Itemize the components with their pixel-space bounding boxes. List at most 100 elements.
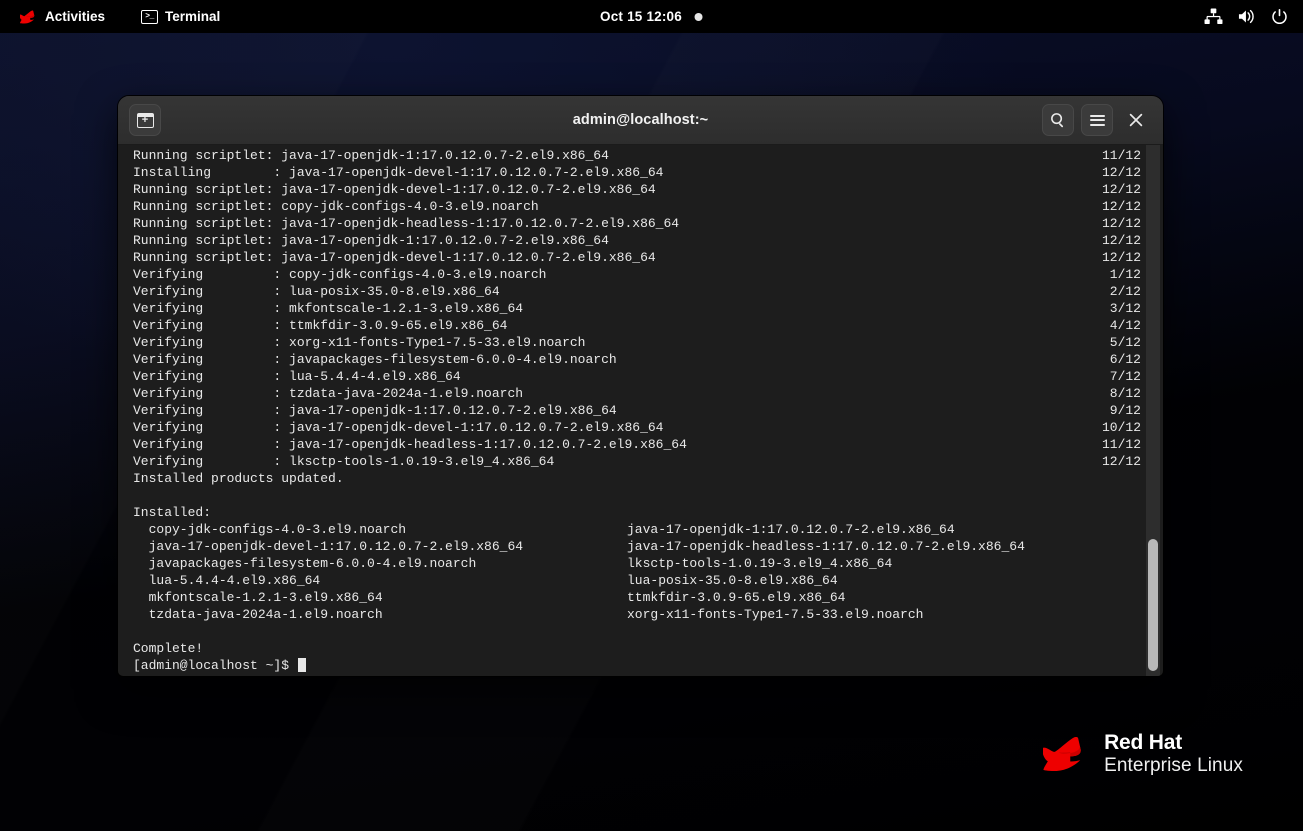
terminal-line-text: Running scriptlet: java-17-openjdk-1:17.… [133, 148, 609, 163]
redhat-logo-icon [20, 10, 35, 23]
search-icon [1051, 113, 1064, 128]
terminal-line-counter: 4/12 [1109, 318, 1141, 333]
activities-label: Activities [45, 9, 106, 24]
installed-package-col1: copy-jdk-configs-4.0-3.el9.noarch [133, 522, 407, 537]
terminal-line-text: Verifying : tzdata-java-2024a-1.el9.noar… [133, 386, 524, 401]
terminal-line: Verifying : java-17-openjdk-headless-1:1… [133, 436, 1163, 453]
app-menu-terminal[interactable]: >_ Terminal [134, 6, 227, 27]
close-button[interactable] [1120, 104, 1152, 136]
installed-package-row: java-17-openjdk-devel-1:17.0.12.0.7-2.el… [133, 538, 1163, 555]
power-icon [1272, 8, 1287, 24]
terminal-icon: >_ [141, 9, 159, 24]
shell-prompt-line: [admin@localhost ~]$ [133, 657, 1163, 674]
terminal-line-counter: 12/12 [1101, 182, 1141, 197]
terminal-line-text: Running scriptlet: java-17-openjdk-devel… [133, 250, 656, 265]
installed-package-col1: javapackages-filesystem-6.0.0-4.el9.noar… [133, 556, 477, 571]
terminal-scrollbar[interactable] [1146, 145, 1160, 676]
installed-package-col2: java-17-openjdk-headless-1:17.0.12.0.7-2… [627, 539, 1025, 554]
terminal-line-text: Verifying : lua-posix-35.0-8.el9.x86_64 [133, 284, 500, 299]
terminal-line: Verifying : tzdata-java-2024a-1.el9.noar… [133, 385, 1163, 402]
top-bar-left: Activities >_ Terminal [0, 6, 227, 27]
terminal-line-counter: 11/12 [1101, 148, 1141, 163]
new-tab-button[interactable] [129, 104, 161, 136]
terminal-line-counter: 10/12 [1101, 420, 1141, 435]
terminal-line: Installing : java-17-openjdk-devel-1:17.… [133, 164, 1163, 181]
close-icon [1129, 113, 1143, 127]
terminal-line-text: Verifying : lksctp-tools-1.0.19-3.el9_4.… [133, 454, 555, 469]
terminal-line-text: Running scriptlet: java-17-openjdk-devel… [133, 182, 656, 197]
terminal-line-text: Verifying : javapackages-filesystem-6.0.… [133, 352, 617, 367]
terminal-line-text: Verifying : mkfontscale-1.2.1-3.el9.x86_… [133, 301, 524, 316]
installed-package-row: mkfontscale-1.2.1-3.el9.x86_64 ttmkfdir-3… [133, 589, 1163, 606]
terminal-status-line: Installed products updated. [133, 471, 344, 486]
installed-package-row: lua-5.4.4-4.el9.x86_64 lua-posix-35.0-8.e… [133, 572, 1163, 589]
terminal-line-text: Installing : java-17-openjdk-devel-1:17.… [133, 165, 664, 180]
terminal-line: Running scriptlet: copy-jdk-configs-4.0-… [133, 198, 1163, 215]
terminal-line: Running scriptlet: java-17-openjdk-devel… [133, 181, 1163, 198]
terminal-line-counter: 12/12 [1101, 454, 1141, 469]
gnome-top-bar: Activities >_ Terminal Oct 15 12:06 [0, 0, 1303, 33]
terminal-line: Verifying : lua-5.4.4-4.el9.x86_64 7/12 [133, 368, 1163, 385]
scrollbar-thumb[interactable] [1148, 539, 1158, 671]
terminal-line-counter: 3/12 [1109, 301, 1141, 316]
clock-label: Oct 15 12:06 [600, 9, 682, 24]
rhel-branding: Red Hat Enterprise Linux [1043, 731, 1243, 776]
terminal-line-text: Verifying : xorg-x11-fonts-Type1-7.5-33.… [133, 335, 586, 350]
terminal-output-area[interactable]: Running scriptlet: java-17-openjdk-1:17.… [118, 145, 1163, 676]
terminal-line: Verifying : java-17-openjdk-1:17.0.12.0.… [133, 402, 1163, 419]
network-wired-icon [1204, 8, 1223, 25]
terminal-line-text: Verifying : lua-5.4.4-4.el9.x86_64 [133, 369, 461, 384]
terminal-line: Verifying : javapackages-filesystem-6.0.… [133, 351, 1163, 368]
clock-area[interactable]: Oct 15 12:06 [600, 0, 703, 33]
installed-package-row: tzdata-java-2024a-1.el9.noarch xorg-x11-f… [133, 606, 1163, 623]
redhat-fedora-icon [1043, 736, 1081, 771]
installed-package-col1: java-17-openjdk-devel-1:17.0.12.0.7-2.el… [133, 539, 524, 554]
terminal-line-counter: 9/12 [1109, 403, 1141, 418]
terminal-line: Verifying : ttmkfdir-3.0.9-65.el9.x86_64… [133, 317, 1163, 334]
installed-package-col1: tzdata-java-2024a-1.el9.noarch [133, 607, 383, 622]
terminal-line-text: Running scriptlet: java-17-openjdk-1:17.… [133, 233, 609, 248]
terminal-line-counter: 12/12 [1101, 199, 1141, 214]
branding-line-1: Red Hat [1104, 731, 1183, 755]
terminal-line-text: Verifying : java-17-openjdk-headless-1:1… [133, 437, 687, 452]
terminal-line-counter: 8/12 [1109, 386, 1141, 401]
terminal-line: Running scriptlet: java-17-openjdk-devel… [133, 249, 1163, 266]
terminal-line-counter: 7/12 [1109, 369, 1141, 384]
terminal-line: Running scriptlet: java-17-openjdk-1:17.… [133, 147, 1163, 164]
terminal-line-counter: 12/12 [1101, 165, 1141, 180]
installed-package-col1: mkfontscale-1.2.1-3.el9.x86_64 [133, 590, 383, 605]
terminal-line-counter: 12/12 [1101, 216, 1141, 231]
title-bar-left-buttons [129, 104, 161, 136]
shell-prompt: [admin@localhost ~]$ [133, 658, 297, 673]
menu-button[interactable] [1081, 104, 1113, 136]
app-menu-label: Terminal [165, 9, 221, 24]
terminal-line-text: Verifying : java-17-openjdk-1:17.0.12.0.… [133, 403, 617, 418]
volume-icon [1238, 9, 1254, 24]
installed-header: Installed: [133, 505, 212, 520]
terminal-line-counter: 12/12 [1101, 250, 1141, 265]
terminal-line-counter: 1/12 [1109, 267, 1141, 282]
terminal-line-counter: 2/12 [1109, 284, 1141, 299]
terminal-title-bar[interactable]: admin@localhost:~ [118, 96, 1163, 145]
terminal-line: Verifying : xorg-x11-fonts-Type1-7.5-33.… [133, 334, 1163, 351]
installed-package-col2: java-17-openjdk-1:17.0.12.0.7-2.el9.x86_… [627, 522, 955, 537]
terminal-line: Verifying : java-17-openjdk-devel-1:17.0… [133, 419, 1163, 436]
terminal-window[interactable]: admin@localhost:~ Running scriptlet: j [118, 96, 1163, 676]
new-tab-icon [136, 112, 154, 128]
terminal-line: Running scriptlet: java-17-openjdk-1:17.… [133, 232, 1163, 249]
terminal-line-counter: 12/12 [1101, 233, 1141, 248]
search-button[interactable] [1042, 104, 1074, 136]
terminal-line: Running scriptlet: java-17-openjdk-headl… [133, 215, 1163, 232]
window-title: admin@localhost:~ [572, 112, 709, 128]
terminal-line-text: Verifying : ttmkfdir-3.0.9-65.el9.x86_64 [133, 318, 508, 333]
activities-button[interactable]: Activities [13, 6, 112, 27]
terminal-line-text: Verifying : copy-jdk-configs-4.0-3.el9.n… [133, 267, 547, 282]
system-status-area[interactable] [1204, 0, 1289, 33]
terminal-line-text: Running scriptlet: java-17-openjdk-headl… [133, 216, 680, 231]
installed-package-col2: xorg-x11-fonts-Type1-7.5-33.el9.noarch [627, 607, 924, 622]
installed-package-row: copy-jdk-configs-4.0-3.el9.noarch java-17… [133, 521, 1163, 538]
terminal-text: Running scriptlet: java-17-openjdk-1:17.… [118, 145, 1163, 676]
notification-dot-icon [694, 12, 703, 21]
